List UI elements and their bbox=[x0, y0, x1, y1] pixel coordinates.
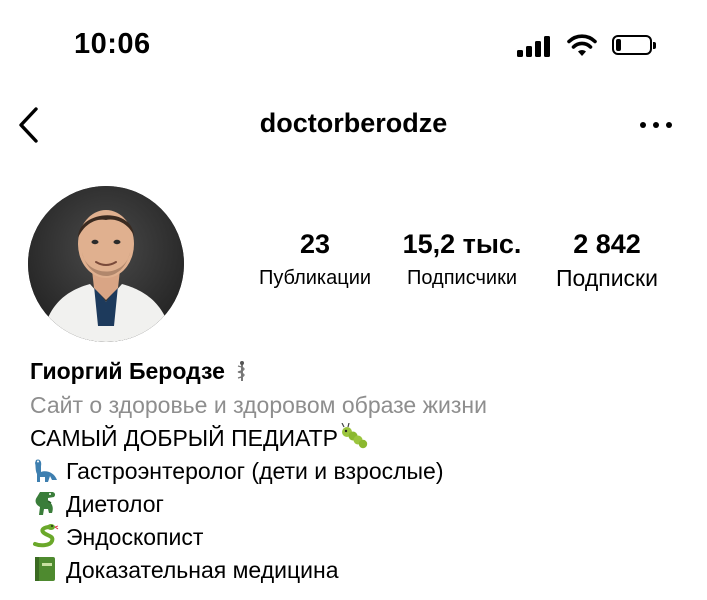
profile-username: doctorberodze bbox=[259, 108, 448, 138]
stat-posts-value: 23 bbox=[299, 229, 331, 259]
battery-cap bbox=[653, 42, 656, 49]
green-book-icon bbox=[30, 555, 60, 583]
t-rex-icon bbox=[30, 489, 60, 517]
bio-line-1: САМЫЙ ДОБРЫЙ ПЕДИАТР bbox=[30, 422, 690, 455]
stat-following[interactable]: 2 842 Подписки bbox=[540, 228, 674, 292]
bio-line-3-text: Диетолог bbox=[66, 491, 164, 517]
status-time: 10:06 bbox=[74, 28, 151, 60]
bio-line-4-text: Эндоскопист bbox=[66, 524, 204, 550]
profile-stats: 23 Публикации 15,2 тыс. Подписчики 2 842… bbox=[0, 228, 707, 298]
status-bar: 10:06 bbox=[0, 0, 707, 90]
battery-level bbox=[616, 39, 621, 51]
stat-following-label: Подписки bbox=[556, 265, 658, 291]
signal-icon bbox=[517, 35, 555, 57]
caterpillar-icon bbox=[340, 422, 370, 451]
stat-followers-label: Подписчики bbox=[406, 267, 518, 289]
bio-line-2-text: Гастроэнтеролог (дети и взрослые) bbox=[66, 458, 444, 484]
wifi-icon bbox=[566, 32, 598, 58]
bio-line-5: Доказательная медицина bbox=[30, 554, 690, 587]
stat-following-value: 2 842 bbox=[573, 229, 641, 259]
bio-line-1-text: САМЫЙ ДОБРЫЙ ПЕДИАТР bbox=[30, 425, 338, 451]
medical-symbol-icon bbox=[235, 358, 249, 381]
stat-posts-label: Публикации bbox=[258, 267, 372, 289]
stat-followers[interactable]: 15,2 тыс. Подписчики bbox=[394, 228, 530, 292]
profile-bio: Гиоргий Беродзе Сайт о здоровье и здоров… bbox=[30, 355, 690, 587]
battery-icon bbox=[612, 35, 656, 55]
bio-line-5-text: Доказательная медицина bbox=[66, 557, 339, 583]
bio-category: Сайт о здоровье и здоровом образе жизни bbox=[30, 392, 487, 418]
bio-line-4: Эндоскопист bbox=[30, 521, 690, 554]
bio-line-2: Гастроэнтеролог (дети и взрослые) bbox=[30, 455, 690, 488]
stat-followers-value: 15,2 тыс. bbox=[402, 229, 522, 259]
stat-posts[interactable]: 23 Публикации bbox=[248, 228, 382, 292]
bio-name: Гиоргий Беродзе bbox=[30, 358, 225, 384]
bio-line-3: Диетолог bbox=[30, 488, 690, 521]
profile-header: doctorberodze bbox=[0, 96, 707, 156]
snake-icon bbox=[30, 522, 60, 550]
bio-name-row: Гиоргий Беродзе bbox=[30, 355, 690, 389]
dinosaur-icon bbox=[30, 456, 60, 484]
more-icon[interactable] bbox=[638, 118, 674, 132]
